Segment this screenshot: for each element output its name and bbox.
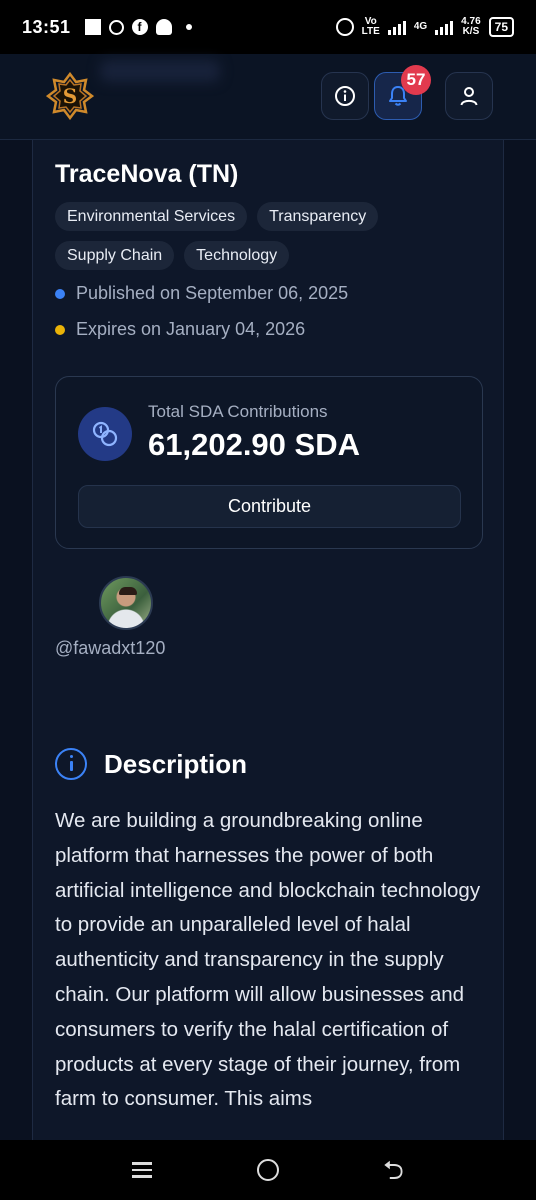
tag[interactable]: Transparency <box>257 202 379 231</box>
expiry-date: Expires on January 04, 2026 <box>55 319 305 340</box>
tag[interactable]: Supply Chain <box>55 241 175 270</box>
avatar[interactable] <box>99 576 153 630</box>
signal-icon-2 <box>435 19 454 35</box>
blurred-area <box>100 60 220 82</box>
net-speed-unit: K/S <box>462 26 480 37</box>
published-date: Published on September 06, 2025 <box>55 283 348 304</box>
info-icon <box>335 86 355 106</box>
net-type: 4G <box>413 21 428 32</box>
snapchat-icon <box>155 19 172 35</box>
notifications-button[interactable]: 57 <box>374 65 431 120</box>
coins-glyph <box>92 421 118 447</box>
app-logo[interactable]: S <box>46 72 94 120</box>
avatar-hair <box>119 587 137 595</box>
published-dot-icon <box>55 288 65 299</box>
contribute-button[interactable]: Contribute <box>78 485 461 528</box>
user-icon <box>460 87 478 106</box>
status-bar: 13:51 f Vo LTE 4G 4.76 K/S 75 <box>0 0 536 54</box>
logo-letter: S <box>63 84 77 108</box>
tag-list: Environmental Services Transparency Supp… <box>55 202 475 270</box>
battery-icon: 75 <box>488 17 514 37</box>
app-header: S 57 <box>0 54 536 140</box>
profile-button[interactable] <box>445 72 493 120</box>
signal-icon <box>387 19 406 35</box>
project-card: TraceNova (TN) Environmental Services Tr… <box>32 140 504 1140</box>
status-time: 13:51 <box>22 16 71 37</box>
square-icon <box>84 19 101 35</box>
volte-bottom: LTE <box>361 26 380 37</box>
description-header: Description <box>55 748 247 780</box>
recent-apps-icon[interactable] <box>132 1162 153 1178</box>
contributions-value: 61,202.90 SDA <box>148 427 360 462</box>
tag[interactable]: Technology <box>184 241 290 270</box>
info-circle-icon <box>55 748 87 780</box>
expires-dot-icon <box>55 324 65 335</box>
project-title: TraceNova (TN) <box>55 160 239 188</box>
home-icon[interactable] <box>256 1159 279 1181</box>
status-right: Vo LTE 4G 4.76 K/S 75 <box>335 17 514 37</box>
creator-username[interactable]: @fawadxt120 <box>55 638 165 659</box>
circle-icon <box>108 19 124 35</box>
contributions-label: Total SDA Contributions <box>148 402 328 421</box>
alarm-icon <box>335 18 354 36</box>
notification-count-badge: 57 <box>401 65 431 95</box>
description-heading: Description <box>104 748 248 779</box>
back-icon[interactable]: ⮌ <box>383 1157 404 1183</box>
facebook-icon: f <box>131 19 148 35</box>
info-button[interactable] <box>321 72 369 120</box>
net-speed: 4.76 K/S <box>461 17 480 37</box>
notification-icons: f <box>84 19 192 35</box>
volte-indicator: Vo LTE <box>362 17 380 37</box>
contributions-box: Total SDA Contributions 61,202.90 SDA Co… <box>55 376 483 549</box>
system-nav-bar: ⮌ <box>0 1140 536 1200</box>
published-text: Published on September 06, 2025 <box>76 283 349 303</box>
description-text: We are building a groundbreaking online … <box>55 809 481 1111</box>
coins-icon <box>78 407 132 461</box>
expires-text: Expires on January 04, 2026 <box>76 319 306 339</box>
tag[interactable]: Environmental Services <box>55 202 248 231</box>
more-notifications-dot <box>185 24 192 30</box>
